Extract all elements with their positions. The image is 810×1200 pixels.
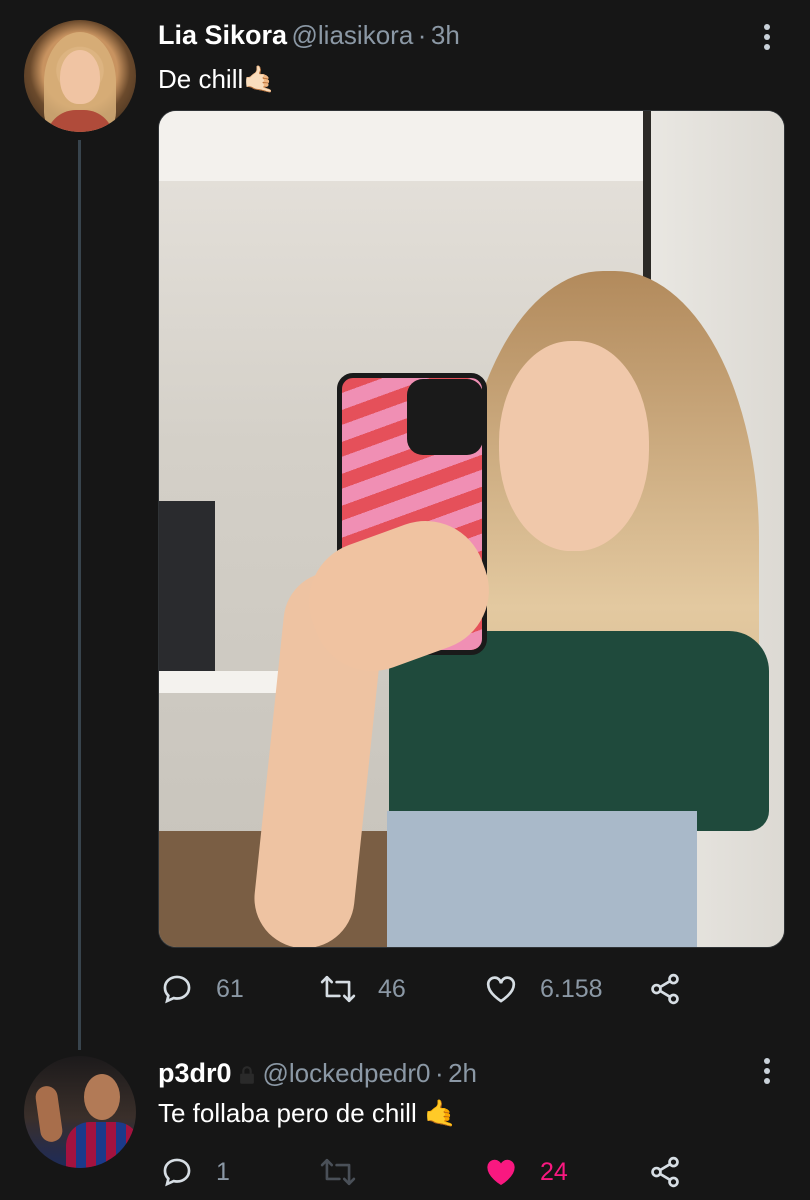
- like-count: 6.158: [540, 974, 603, 1003]
- thread-connector-line: [78, 140, 81, 1050]
- tweet-header: Lia Sikora @liasikora · 3h: [158, 20, 460, 51]
- more-icon[interactable]: [764, 24, 774, 54]
- retweet-button[interactable]: 46: [320, 969, 406, 1009]
- author-name[interactable]: Lia Sikora: [158, 20, 287, 50]
- reply-icon: [160, 1155, 194, 1189]
- retweet-icon: [320, 1155, 356, 1189]
- lock-icon: [236, 1064, 258, 1091]
- share-icon: [648, 1155, 682, 1189]
- retweet-icon: [320, 972, 356, 1006]
- reply-author-name[interactable]: p3dr0: [158, 1058, 232, 1088]
- reply-more-icon[interactable]: [764, 1058, 774, 1088]
- reply-like-button[interactable]: 24: [484, 1152, 568, 1192]
- share-icon: [648, 972, 682, 1006]
- reply-icon: [160, 972, 194, 1006]
- heart-icon: [484, 1155, 518, 1189]
- reply-header: p3dr0 @lockedpedr0 · 2h: [158, 1058, 477, 1091]
- author-handle[interactable]: @liasikora: [292, 20, 414, 50]
- reply-header-separator: ·: [434, 1058, 444, 1088]
- retweet-count: 46: [378, 974, 406, 1003]
- avatar[interactable]: [24, 20, 136, 132]
- share-button[interactable]: [648, 969, 682, 1009]
- reply-like-count: 24: [540, 1157, 568, 1186]
- reply-button[interactable]: 61: [160, 969, 244, 1009]
- tweet-text: De chill🤙🏻: [158, 64, 276, 94]
- reply-avatar[interactable]: [24, 1056, 136, 1168]
- reply-retweet-button[interactable]: [320, 1152, 356, 1192]
- header-separator: ·: [417, 20, 427, 50]
- reply-author-handle[interactable]: @lockedpedr0: [262, 1058, 430, 1088]
- reply-text: Te follaba pero de chill 🤙: [158, 1098, 457, 1128]
- reply-share-button[interactable]: [648, 1152, 682, 1192]
- reply-count: 61: [216, 974, 244, 1003]
- heart-icon: [484, 972, 518, 1006]
- reply-time[interactable]: 2h: [448, 1058, 477, 1088]
- reply-reply-count: 1: [216, 1157, 230, 1186]
- reply-reply-button[interactable]: 1: [160, 1152, 230, 1192]
- tweet-photo[interactable]: [158, 110, 785, 948]
- like-button[interactable]: 6.158: [484, 969, 603, 1009]
- tweet-time[interactable]: 3h: [431, 20, 460, 50]
